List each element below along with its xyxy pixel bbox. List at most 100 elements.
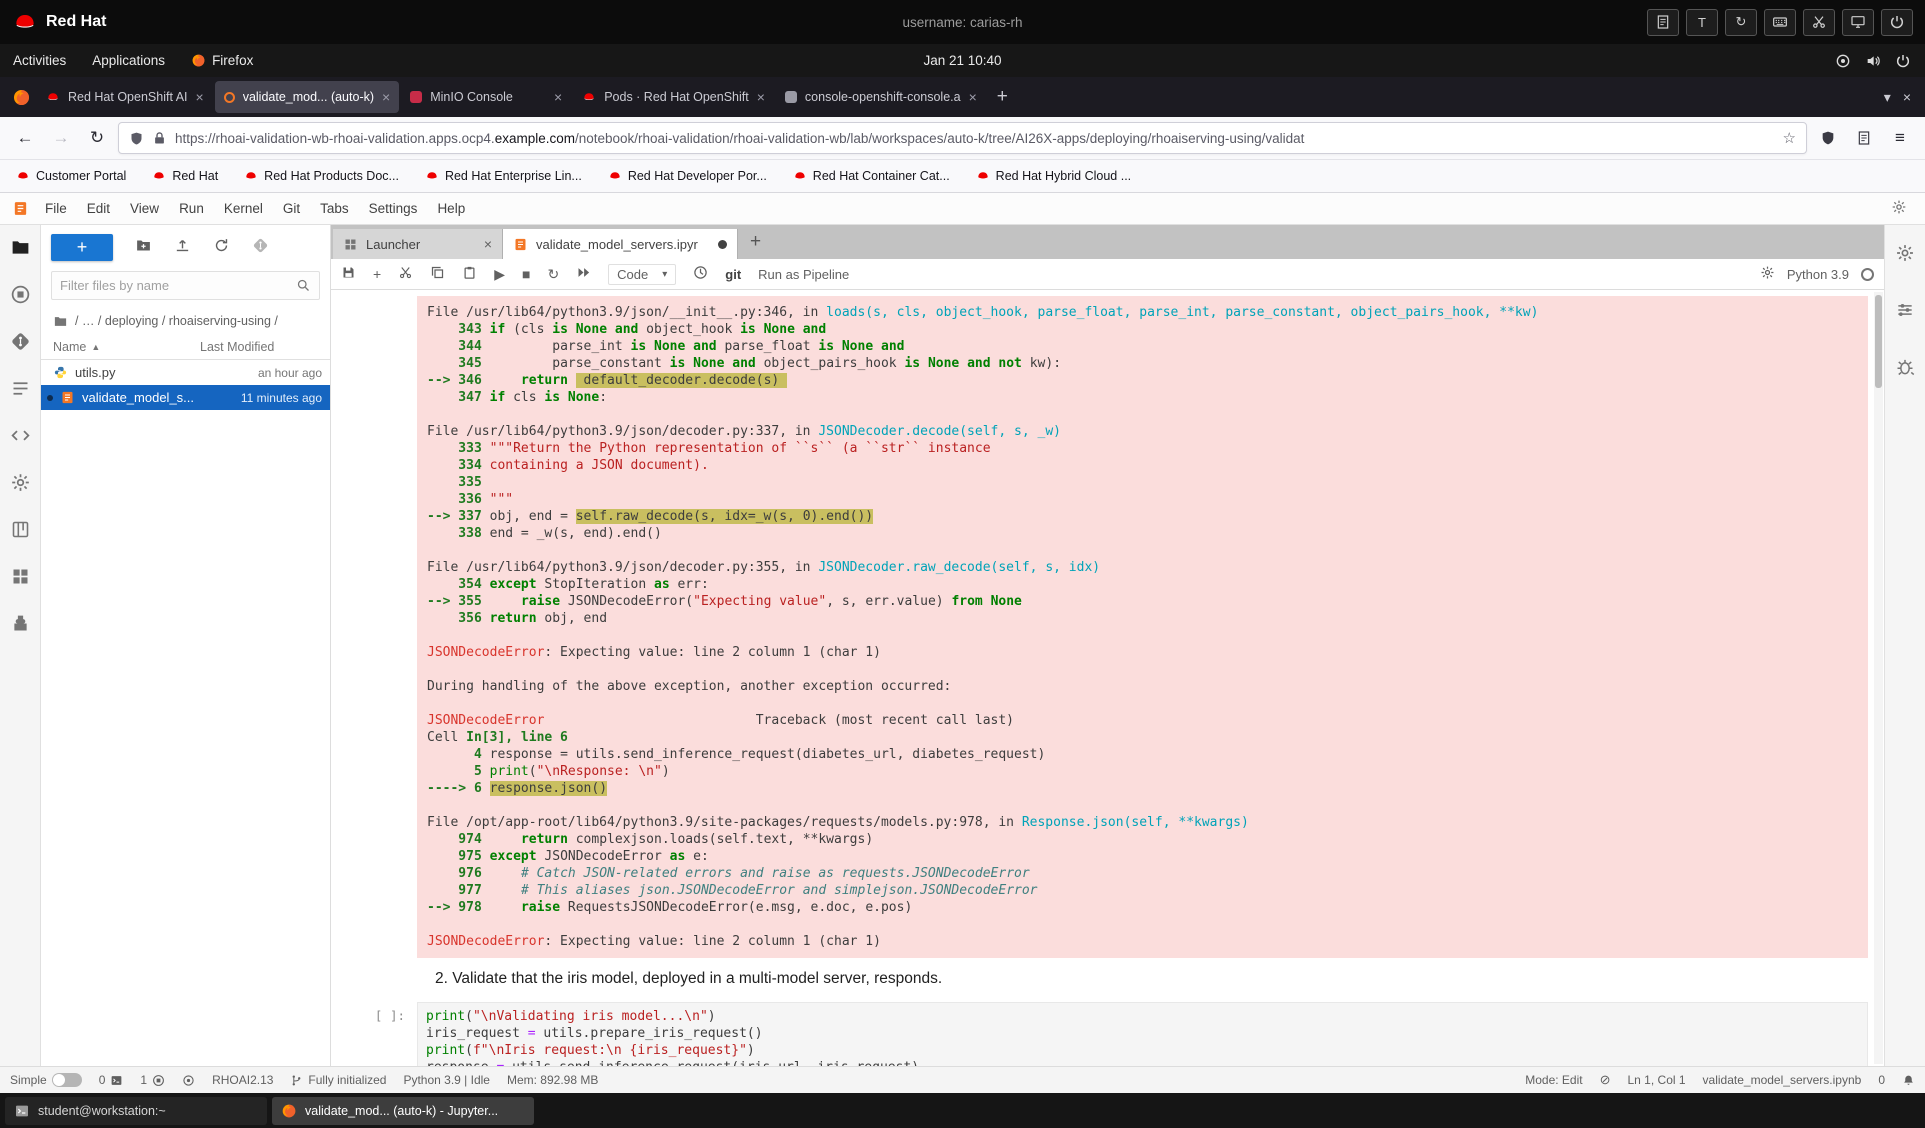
scrollbar-thumb[interactable] (1875, 295, 1882, 388)
menubar-settings-icon[interactable] (1891, 199, 1917, 218)
clipboard-icon[interactable] (1647, 9, 1679, 36)
bookmark-star-icon[interactable]: ☆ (1783, 129, 1796, 147)
reload-icon[interactable]: ↻ (82, 123, 112, 153)
paste-cell-icon[interactable] (462, 265, 477, 283)
unsaved-dot-icon[interactable] (718, 240, 727, 249)
tab-close-icon[interactable]: × (554, 89, 562, 105)
notebook-scroll-area[interactable]: File /usr/lib64/python3.9/json/__init__.… (331, 290, 1884, 1066)
markdown-cell[interactable]: 2. Validate that the iris model, deploye… (435, 970, 1868, 988)
kernel-status-icon[interactable] (1861, 268, 1874, 281)
sliders-icon[interactable] (1895, 300, 1915, 325)
browser-tab[interactable]: console-openshift-console.a × (776, 81, 986, 113)
browser-tab[interactable]: Red Hat OpenShift AI × (37, 81, 213, 113)
power-icon[interactable] (1881, 9, 1913, 36)
debugger-bug-icon[interactable] (1895, 357, 1915, 382)
property-inspector-icon[interactable] (1895, 243, 1915, 268)
close-window-icon[interactable]: × (1903, 89, 1911, 106)
tab-close-icon[interactable]: × (484, 236, 492, 252)
library-icon[interactable] (1849, 123, 1879, 153)
indicator-icon[interactable] (1835, 53, 1851, 69)
menu-git[interactable]: Git (273, 201, 310, 216)
tab-close-icon[interactable]: × (196, 89, 204, 105)
tracking-shield-icon[interactable] (129, 131, 144, 146)
monitor-icon[interactable] (1842, 9, 1874, 36)
editor-mode-label[interactable]: Mode: Edit (1525, 1073, 1582, 1087)
new-launcher-button[interactable]: + (51, 234, 113, 261)
browser-tab[interactable]: Pods · Red Hat OpenShift × (573, 81, 774, 113)
kernel-name-label[interactable]: Python 3.9 (1787, 267, 1849, 282)
new-folder-icon[interactable] (135, 237, 152, 257)
launcher-grid-icon[interactable] (10, 566, 31, 592)
code-cell-editor[interactable]: print("\nValidating iris model...\n")iri… (417, 1002, 1868, 1066)
taskbar-terminal-window[interactable]: student@workstation:~ (5, 1097, 267, 1125)
lock-icon[interactable] (152, 131, 167, 146)
notification-count[interactable]: 0 (1878, 1073, 1885, 1087)
simple-mode-toggle[interactable]: Simple (10, 1073, 82, 1087)
restart-kernel-icon[interactable]: ↻ (547, 266, 559, 283)
kernels-count[interactable]: 1 (140, 1073, 165, 1087)
run-cell-icon[interactable]: ▶ (494, 266, 505, 283)
git-icon[interactable] (10, 331, 31, 357)
firefox-appmenu[interactable]: Firefox (178, 44, 266, 77)
tab-launcher[interactable]: Launcher × (333, 229, 503, 259)
bell-icon[interactable] (1902, 1074, 1915, 1087)
extension-shield-icon[interactable] (1813, 123, 1843, 153)
new-document-tab-button[interactable]: + (738, 231, 773, 253)
url-bar[interactable]: https://rhoai-validation-wb-rhoai-valida… (118, 122, 1807, 154)
applications-menu[interactable]: Applications (79, 44, 178, 77)
refresh-icon[interactable] (213, 237, 230, 257)
menu-kernel[interactable]: Kernel (214, 201, 273, 216)
taskbar-firefox-window[interactable]: validate_mod... (auto-k) - Jupyter... (272, 1097, 534, 1125)
file-row-selected[interactable]: validate_model_s... 11 minutes ago (41, 385, 330, 410)
file-filter-input[interactable] (60, 278, 296, 293)
keyboard-icon[interactable] (1764, 9, 1796, 36)
cut-cell-icon[interactable] (398, 265, 413, 283)
notebook-scrollbar[interactable] (1874, 292, 1883, 1064)
menu-view[interactable]: View (120, 201, 169, 216)
git-status[interactable]: Fully initialized (290, 1073, 386, 1087)
table-of-contents-icon[interactable] (10, 378, 31, 404)
volume-icon[interactable] (1865, 53, 1881, 69)
settings-gear-icon[interactable] (10, 472, 31, 498)
bookmark-item[interactable]: Red Hat Enterprise Lin... (425, 169, 582, 183)
toolbar-extension-icon[interactable] (1760, 265, 1775, 283)
pipelines-icon[interactable] (10, 519, 31, 545)
globe-icon[interactable] (182, 1074, 195, 1087)
git-toolbar-button[interactable]: git (725, 267, 741, 282)
copy-cell-icon[interactable] (430, 265, 445, 283)
save-icon[interactable] (341, 265, 356, 283)
toggle-switch[interactable] (52, 1073, 82, 1087)
upload-icon[interactable] (174, 237, 191, 257)
stop-kernel-icon[interactable]: ■ (522, 266, 530, 282)
bookmark-item[interactable]: Red Hat (152, 169, 218, 183)
menu-edit[interactable]: Edit (77, 201, 120, 216)
extensions-puzzle-icon[interactable] (10, 613, 31, 639)
file-browser-icon[interactable] (10, 237, 31, 263)
cell-type-dropdown[interactable]: Code▾ (608, 264, 676, 285)
breadcrumb[interactable]: / … / deploying / rhoaiserving-using / (41, 308, 330, 334)
activities-button[interactable]: Activities (0, 44, 79, 77)
back-icon[interactable]: ← (10, 123, 40, 153)
bookmark-item[interactable]: Red Hat Developer Por... (608, 169, 767, 183)
menu-icon[interactable]: ≡ (1885, 123, 1915, 153)
insert-cell-icon[interactable]: + (373, 266, 381, 282)
menu-file[interactable]: File (35, 201, 77, 216)
new-tab-button[interactable]: + (987, 86, 1018, 108)
code-cell[interactable]: [ ]: print("\nValidating iris model...\n… (331, 1002, 1884, 1066)
forward-icon[interactable]: → (46, 123, 76, 153)
git-clone-icon[interactable] (252, 237, 269, 257)
bookmark-item[interactable]: Red Hat Hybrid Cloud ... (976, 169, 1131, 183)
running-sessions-icon[interactable] (10, 284, 31, 310)
execution-time-icon[interactable] (693, 265, 708, 283)
tab-close-icon[interactable]: × (382, 89, 390, 105)
firefox-view-icon[interactable] (6, 82, 36, 112)
menu-help[interactable]: Help (427, 201, 475, 216)
browser-tab-active[interactable]: validate_mod... (auto-k) × (215, 81, 400, 113)
tab-close-icon[interactable]: × (757, 89, 765, 105)
power-menu-icon[interactable] (1895, 53, 1911, 69)
bookmark-item[interactable]: Customer Portal (16, 169, 126, 183)
reconnect-icon[interactable]: ↻ (1725, 9, 1757, 36)
send-text-icon[interactable]: T (1686, 9, 1718, 36)
tab-notebook-active[interactable]: validate_model_servers.ipyr (503, 229, 738, 259)
code-snippets-icon[interactable] (10, 425, 31, 451)
